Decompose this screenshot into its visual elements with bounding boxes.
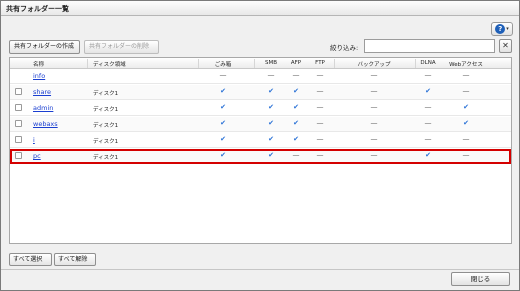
table-row[interactable]: share ディスク1 ✔ ✔ ✔ — — ✔ — bbox=[10, 85, 511, 100]
close-icon: ✕ bbox=[502, 41, 509, 50]
check-icon: ✔ bbox=[220, 103, 226, 111]
dash-icon: — bbox=[424, 103, 432, 111]
dialog-title: 共有フォルダー一覧 bbox=[6, 5, 69, 13]
folder-name-link[interactable]: admin bbox=[33, 104, 53, 112]
column-header-webaccess[interactable]: Webアクセス bbox=[449, 60, 483, 68]
check-icon: ✔ bbox=[463, 103, 469, 111]
check-icon: ✔ bbox=[293, 103, 299, 111]
check-icon: ✔ bbox=[425, 151, 431, 159]
row-checkbox[interactable] bbox=[15, 88, 22, 95]
folder-name-link[interactable]: i bbox=[33, 136, 35, 144]
dash-icon: — bbox=[370, 151, 378, 159]
column-header-volume[interactable]: ディスク領域 bbox=[93, 60, 126, 68]
dash-icon: — bbox=[219, 71, 227, 79]
dash-icon: — bbox=[370, 71, 378, 79]
dash-icon: — bbox=[292, 71, 300, 79]
dash-icon: — bbox=[267, 71, 275, 79]
dash-icon: — bbox=[462, 71, 470, 79]
check-icon: ✔ bbox=[268, 151, 274, 159]
dash-icon: — bbox=[462, 151, 470, 159]
dash-icon: — bbox=[424, 119, 432, 127]
dash-icon: — bbox=[316, 103, 324, 111]
table-header: 名称 ディスク領域 ごみ箱 SMB AFP FTP バックアップ DLNA We… bbox=[10, 58, 511, 69]
dash-icon: — bbox=[316, 87, 324, 95]
check-icon: ✔ bbox=[220, 135, 226, 143]
volume-cell: ディスク1 bbox=[93, 107, 119, 113]
help-menu-button[interactable]: ? ▾ bbox=[491, 22, 513, 36]
table-row[interactable]: webaxs ディスク1 ✔ ✔ ✔ — — — ✔ bbox=[10, 117, 511, 132]
volume-cell: ディスク1 bbox=[93, 155, 119, 161]
volume-cell: ディスク1 bbox=[93, 91, 119, 97]
dash-icon: — bbox=[316, 151, 324, 159]
column-divider bbox=[254, 59, 255, 68]
delete-shared-folder-button[interactable]: 共有フォルダーの削除 bbox=[84, 40, 159, 54]
column-header-dlna[interactable]: DLNA bbox=[420, 60, 435, 66]
shared-folder-list-dialog: 共有フォルダー一覧 ? ▾ 共有フォルダーの作成 共有フォルダーの削除 絞り込み… bbox=[0, 0, 520, 291]
create-shared-folder-button[interactable]: 共有フォルダーの作成 bbox=[9, 40, 80, 54]
folder-name-link[interactable]: share bbox=[33, 88, 51, 96]
check-icon: ✔ bbox=[463, 119, 469, 127]
check-icon: ✔ bbox=[220, 119, 226, 127]
folder-name-link[interactable]: info bbox=[33, 72, 45, 80]
check-icon: ✔ bbox=[293, 87, 299, 95]
dash-icon: — bbox=[370, 135, 378, 143]
check-icon: ✔ bbox=[425, 87, 431, 95]
check-icon: ✔ bbox=[220, 151, 226, 159]
dash-icon: — bbox=[462, 135, 470, 143]
check-icon: ✔ bbox=[293, 135, 299, 143]
folder-name-link[interactable]: pc bbox=[33, 152, 41, 160]
dash-icon: — bbox=[370, 87, 378, 95]
dash-icon: — bbox=[316, 119, 324, 127]
footer-divider bbox=[1, 269, 519, 270]
shared-folder-table: 名称 ディスク領域 ごみ箱 SMB AFP FTP バックアップ DLNA We… bbox=[9, 57, 512, 244]
row-checkbox[interactable] bbox=[15, 104, 22, 111]
table-row[interactable]: info — — — — — — — bbox=[10, 69, 511, 84]
dash-icon: — bbox=[424, 135, 432, 143]
check-icon: ✔ bbox=[220, 87, 226, 95]
row-checkbox[interactable] bbox=[15, 136, 22, 143]
check-icon: ✔ bbox=[268, 103, 274, 111]
volume-cell: ディスク1 bbox=[93, 123, 119, 129]
column-divider bbox=[415, 59, 416, 68]
column-header-trash[interactable]: ごみ箱 bbox=[215, 60, 232, 68]
check-icon: ✔ bbox=[268, 87, 274, 95]
table-row[interactable]: pc ディスク1 ✔ ✔ — — — ✔ — bbox=[10, 149, 511, 164]
row-checkbox[interactable] bbox=[15, 120, 22, 127]
table-row[interactable]: admin ディスク1 ✔ ✔ ✔ — — — ✔ bbox=[10, 101, 511, 116]
volume-cell: ディスク1 bbox=[93, 139, 119, 145]
column-divider bbox=[87, 59, 88, 68]
select-all-button[interactable]: すべて選択 bbox=[9, 253, 52, 266]
chevron-down-icon: ▾ bbox=[506, 26, 509, 32]
column-divider bbox=[198, 59, 199, 68]
row-checkbox[interactable] bbox=[15, 152, 22, 159]
column-divider bbox=[334, 59, 335, 68]
clear-filter-button[interactable]: ✕ bbox=[499, 39, 512, 53]
dash-icon: — bbox=[462, 87, 470, 95]
table-row[interactable]: i ディスク1 ✔ ✔ ✔ — — — — bbox=[10, 133, 511, 148]
column-header-name[interactable]: 名称 bbox=[33, 60, 44, 68]
help-icon: ? bbox=[495, 24, 506, 34]
column-header-ftp[interactable]: FTP bbox=[315, 60, 325, 66]
filter-label: 絞り込み: bbox=[330, 44, 359, 52]
filter-input[interactable] bbox=[364, 39, 495, 53]
dialog-titlebar: 共有フォルダー一覧 bbox=[1, 1, 519, 16]
dash-icon: — bbox=[292, 151, 300, 159]
dash-icon: — bbox=[370, 103, 378, 111]
column-header-smb[interactable]: SMB bbox=[265, 60, 277, 66]
check-icon: ✔ bbox=[293, 119, 299, 127]
dash-icon: — bbox=[424, 71, 432, 79]
close-button[interactable]: 閉じる bbox=[451, 272, 510, 286]
check-icon: ✔ bbox=[268, 119, 274, 127]
folder-name-link[interactable]: webaxs bbox=[33, 120, 58, 128]
dash-icon: — bbox=[316, 71, 324, 79]
column-header-backup[interactable]: バックアップ bbox=[357, 60, 390, 68]
dash-icon: — bbox=[316, 135, 324, 143]
check-icon: ✔ bbox=[268, 135, 274, 143]
dash-icon: — bbox=[370, 119, 378, 127]
column-header-afp[interactable]: AFP bbox=[291, 60, 301, 66]
clear-all-button[interactable]: すべて解除 bbox=[54, 253, 96, 266]
